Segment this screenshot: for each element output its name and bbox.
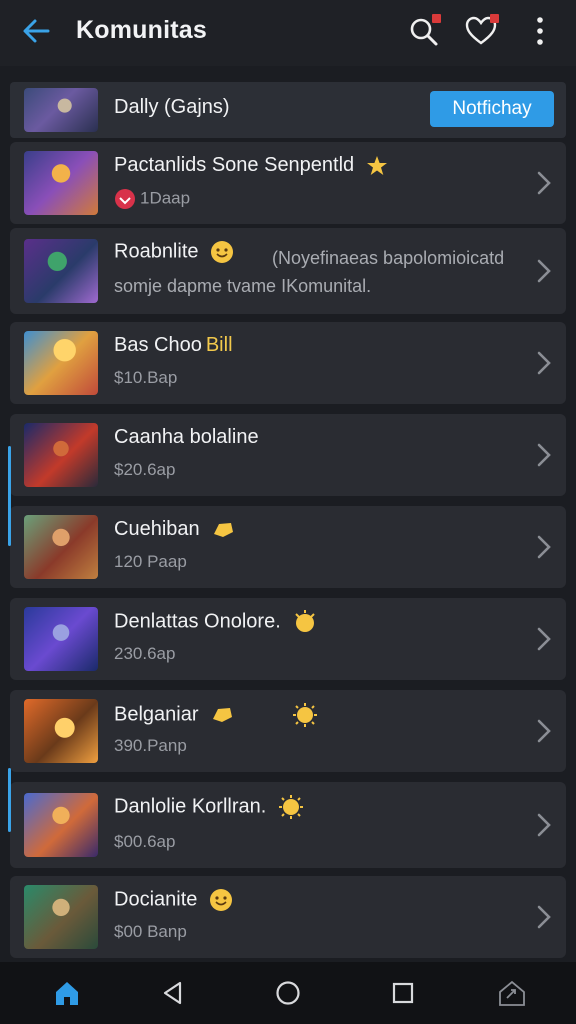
list-item[interactable]: Danlolie Korllran. $00.6ap — [10, 782, 566, 868]
thumbnail-image — [24, 88, 98, 132]
sun-smiley-icon — [292, 703, 317, 727]
app-bar: Komunitas — [0, 0, 576, 66]
chevron-right-icon — [537, 351, 551, 375]
item-subtitle: $10.Bap — [114, 368, 178, 387]
item-subtitle: 230.6ap — [114, 644, 176, 663]
recents-square-icon[interactable] — [388, 978, 418, 1008]
thumbnail-image — [24, 699, 98, 763]
thumbnail-image — [24, 239, 98, 303]
chevron-right-icon — [537, 535, 551, 559]
star-icon — [366, 155, 387, 175]
thumbs-icon — [213, 708, 233, 722]
arrow-left-icon[interactable] — [20, 15, 52, 47]
chevron-right-icon — [537, 259, 551, 283]
item-description: (Noyefinaeas bapolomioicatd — [272, 248, 505, 268]
thumbnail-image — [24, 607, 98, 671]
item-subtitle: 1Daap — [140, 188, 191, 208]
notification-dot — [432, 14, 441, 23]
item-title: Belganiar — [114, 703, 199, 726]
more-options-button[interactable] — [526, 14, 554, 48]
chevron-right-icon — [537, 443, 551, 467]
item-title: Dally (Gajns) — [114, 96, 230, 118]
smiley-icon — [209, 889, 232, 911]
favorites-button[interactable] — [464, 14, 499, 48]
hand-wave-icon — [214, 522, 234, 537]
item-title: Pactanlids Sone Senpentld — [114, 154, 355, 176]
chevron-right-icon — [537, 813, 551, 837]
thumbnail-image — [24, 331, 98, 395]
page-title: Komunitas — [76, 16, 207, 44]
item-title: Danlolie Korllran. — [114, 795, 267, 818]
heart-badge-icon — [115, 189, 135, 209]
item-subtitle: $20.6ap — [114, 460, 176, 479]
chevron-right-icon — [537, 627, 551, 651]
thumbnail-image — [24, 151, 98, 215]
thumbnail-image — [24, 793, 98, 857]
notification-dot — [490, 14, 499, 23]
list-item[interactable]: Denlattas Onolore. 230.6ap — [10, 598, 566, 680]
item-description-line2: somje dapme tvame IKomunital. — [114, 276, 372, 296]
item-title: Cuehiban — [114, 518, 200, 540]
notify-button[interactable]: Notfichay — [430, 91, 554, 127]
share-home-icon[interactable] — [497, 978, 527, 1008]
bottom-navigation-bar — [0, 962, 576, 1024]
list-item[interactable]: Cuehiban 120 Paap — [10, 506, 566, 588]
item-title: Caanha bolaline — [114, 426, 259, 448]
scroll-indicator — [8, 768, 11, 832]
item-subtitle: 120 Paap — [114, 552, 187, 571]
list-item[interactable]: Roabnlite (Noyefinaeas bapolomioicatd so… — [10, 228, 566, 314]
thumbnail-image — [24, 423, 98, 487]
item-subtitle: $00 Banp — [114, 922, 187, 941]
chevron-right-icon — [537, 719, 551, 743]
item-subtitle: 390.Panp — [114, 736, 187, 755]
item-title: Roabnlite — [114, 240, 199, 263]
back-triangle-icon[interactable] — [158, 978, 188, 1008]
home-icon[interactable] — [52, 978, 82, 1008]
scroll-indicator — [8, 446, 11, 546]
item-title: Docianite — [114, 888, 198, 911]
item-title: Bas Choo — [114, 334, 202, 356]
search-button[interactable] — [406, 14, 441, 48]
list-item[interactable]: Dally (Gajns) Notfichay — [10, 82, 566, 138]
thumbnail-image — [24, 515, 98, 579]
smiley-icon — [211, 241, 234, 263]
item-title: Denlattas Onolore. — [114, 610, 281, 633]
more-vertical-icon — [537, 17, 543, 45]
list-item[interactable]: Belganiar 390.Panp — [10, 690, 566, 772]
item-subtitle: $00.6ap — [114, 832, 176, 851]
thumbnail-image — [24, 885, 98, 949]
list-item[interactable]: Caanha bolaline $20.6ap — [10, 414, 566, 496]
list-item[interactable]: Pactanlids Sone Senpentld 1Daap — [10, 142, 566, 224]
chevron-right-icon — [537, 171, 551, 195]
sun-smiley-icon — [278, 795, 303, 819]
chevron-right-icon — [537, 905, 551, 929]
title-badge: Bill — [205, 334, 233, 356]
list-item[interactable]: Bas Choo Bill $10.Bap — [10, 322, 566, 404]
list-item[interactable]: Docianite $00 Banp — [10, 876, 566, 958]
clapping-hands-icon — [295, 610, 316, 632]
home-circle-icon[interactable] — [273, 978, 303, 1008]
